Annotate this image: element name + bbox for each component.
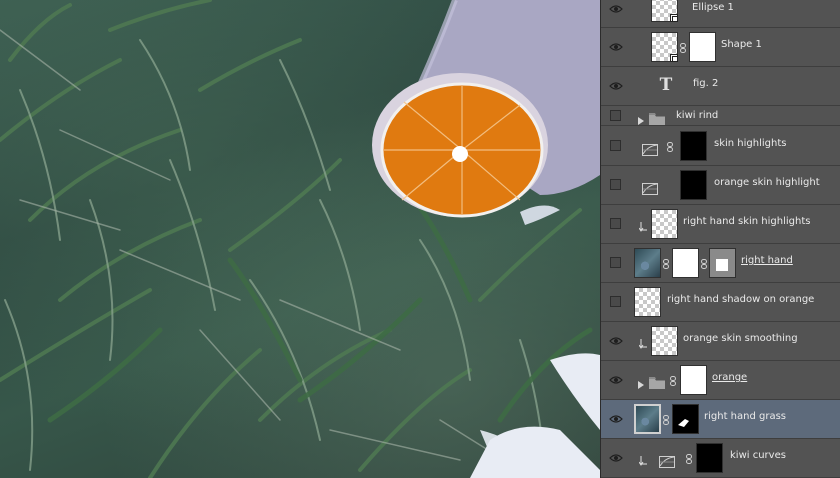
vector-mask-link-icon[interactable] [701,259,707,269]
layer-name: Shape 1 [721,39,762,50]
layer-thumbnail [651,326,678,356]
layer-name: right hand skin highlights [683,216,811,227]
layer-mask-thumbnail[interactable] [696,443,723,473]
layer-name: fig. 2 [693,78,719,89]
visibility-toggle[interactable] [610,140,621,151]
layers-panel: Ellipse 1 Shape 1 T fig. 2 kiwi rind ski… [600,0,840,478]
canvas-artwork [0,0,600,478]
curves-adjustment-icon [659,453,675,468]
checker-thumbnail-icon [634,287,661,317]
expand-arrow-icon[interactable] [637,375,645,389]
folder-icon [649,110,665,125]
layer-thumbnail [651,209,678,239]
mask-link-icon[interactable] [670,376,676,386]
layer-mask-thumbnail[interactable] [680,170,707,200]
layer-mask-thumbnail[interactable] [680,365,707,395]
shape-thumbnail-icon [670,14,678,22]
layer-name: right hand [741,255,793,266]
visibility-toggle[interactable] [610,257,621,268]
layer-row-right-hand-grass[interactable]: right hand grass [601,400,840,439]
layer-row-skin-highlights[interactable]: skin highlights [601,127,840,166]
mask-link-icon[interactable] [680,43,686,53]
layer-row-orange-skin-highlight[interactable]: orange skin highlight [601,166,840,205]
curves-adjustment-icon [642,180,658,195]
visibility-eye-icon[interactable] [609,79,623,93]
shape-thumbnail-icon [670,54,678,62]
clipping-arrow-icon [638,336,649,349]
layer-mask-thumbnail[interactable] [680,131,707,161]
document-canvas[interactable] [0,0,600,478]
layer-row-orange-skin-smoothing[interactable]: orange skin smoothing [601,322,840,361]
mask-link-icon[interactable] [686,454,692,464]
photo-thumbnail-icon [634,404,661,434]
layer-row-orange[interactable]: orange [601,361,840,400]
visibility-eye-icon[interactable] [609,412,623,426]
mask-link-icon[interactable] [663,259,669,269]
visibility-toggle[interactable] [610,179,621,190]
orange-slice [372,73,548,218]
layer-name: orange skin highlight [714,177,820,188]
layer-thumbnail [651,32,678,62]
visibility-eye-icon[interactable] [609,451,623,465]
layer-mask-thumbnail[interactable] [689,32,716,62]
visibility-eye-icon[interactable] [609,2,623,16]
mask-link-icon[interactable] [667,142,673,152]
photo-thumbnail-icon [634,248,661,278]
layer-name: right hand grass [704,411,787,422]
layer-row-right-hand-skin-highlights[interactable]: right hand skin highlights [601,205,840,244]
visibility-eye-icon[interactable] [609,373,623,387]
layer-name: orange skin smoothing [683,333,798,344]
layer-row-ellipse-1[interactable]: Ellipse 1 [601,0,840,28]
curves-adjustment-icon [642,141,658,156]
vector-mask-thumbnail[interactable] [709,248,736,278]
visibility-toggle[interactable] [610,296,621,307]
visibility-toggle[interactable] [610,110,621,121]
mask-link-icon[interactable] [663,415,669,425]
layer-name: Ellipse 1 [692,2,734,13]
folder-icon [649,374,665,389]
layer-name: orange [712,372,748,383]
expand-arrow-icon[interactable] [637,111,645,125]
visibility-toggle[interactable] [610,218,621,229]
layer-row-kiwi-curves[interactable]: kiwi curves [601,439,840,478]
layer-row-fig-2[interactable]: T fig. 2 [601,67,840,106]
layer-row-right-hand[interactable]: right hand [601,244,840,283]
layer-row-right-hand-shadow-on-orange[interactable]: right hand shadow on orange [601,283,840,322]
clipping-arrow-icon [638,219,649,232]
layer-name: skin highlights [714,138,787,149]
layer-name: kiwi rind [676,110,719,121]
visibility-eye-icon[interactable] [609,40,623,54]
layer-thumbnail [651,0,678,22]
layer-name: kiwi curves [730,450,786,461]
clipping-arrow-icon [638,453,649,466]
layer-mask-thumbnail[interactable] [672,248,699,278]
text-layer-icon: T [659,75,673,95]
visibility-eye-icon[interactable] [609,334,623,348]
layer-row-kiwi-rind[interactable]: kiwi rind [601,106,840,126]
layer-row-shape-1[interactable]: Shape 1 [601,28,840,67]
layer-mask-thumbnail[interactable] [672,404,699,434]
layer-name: right hand shadow on orange [667,294,815,305]
